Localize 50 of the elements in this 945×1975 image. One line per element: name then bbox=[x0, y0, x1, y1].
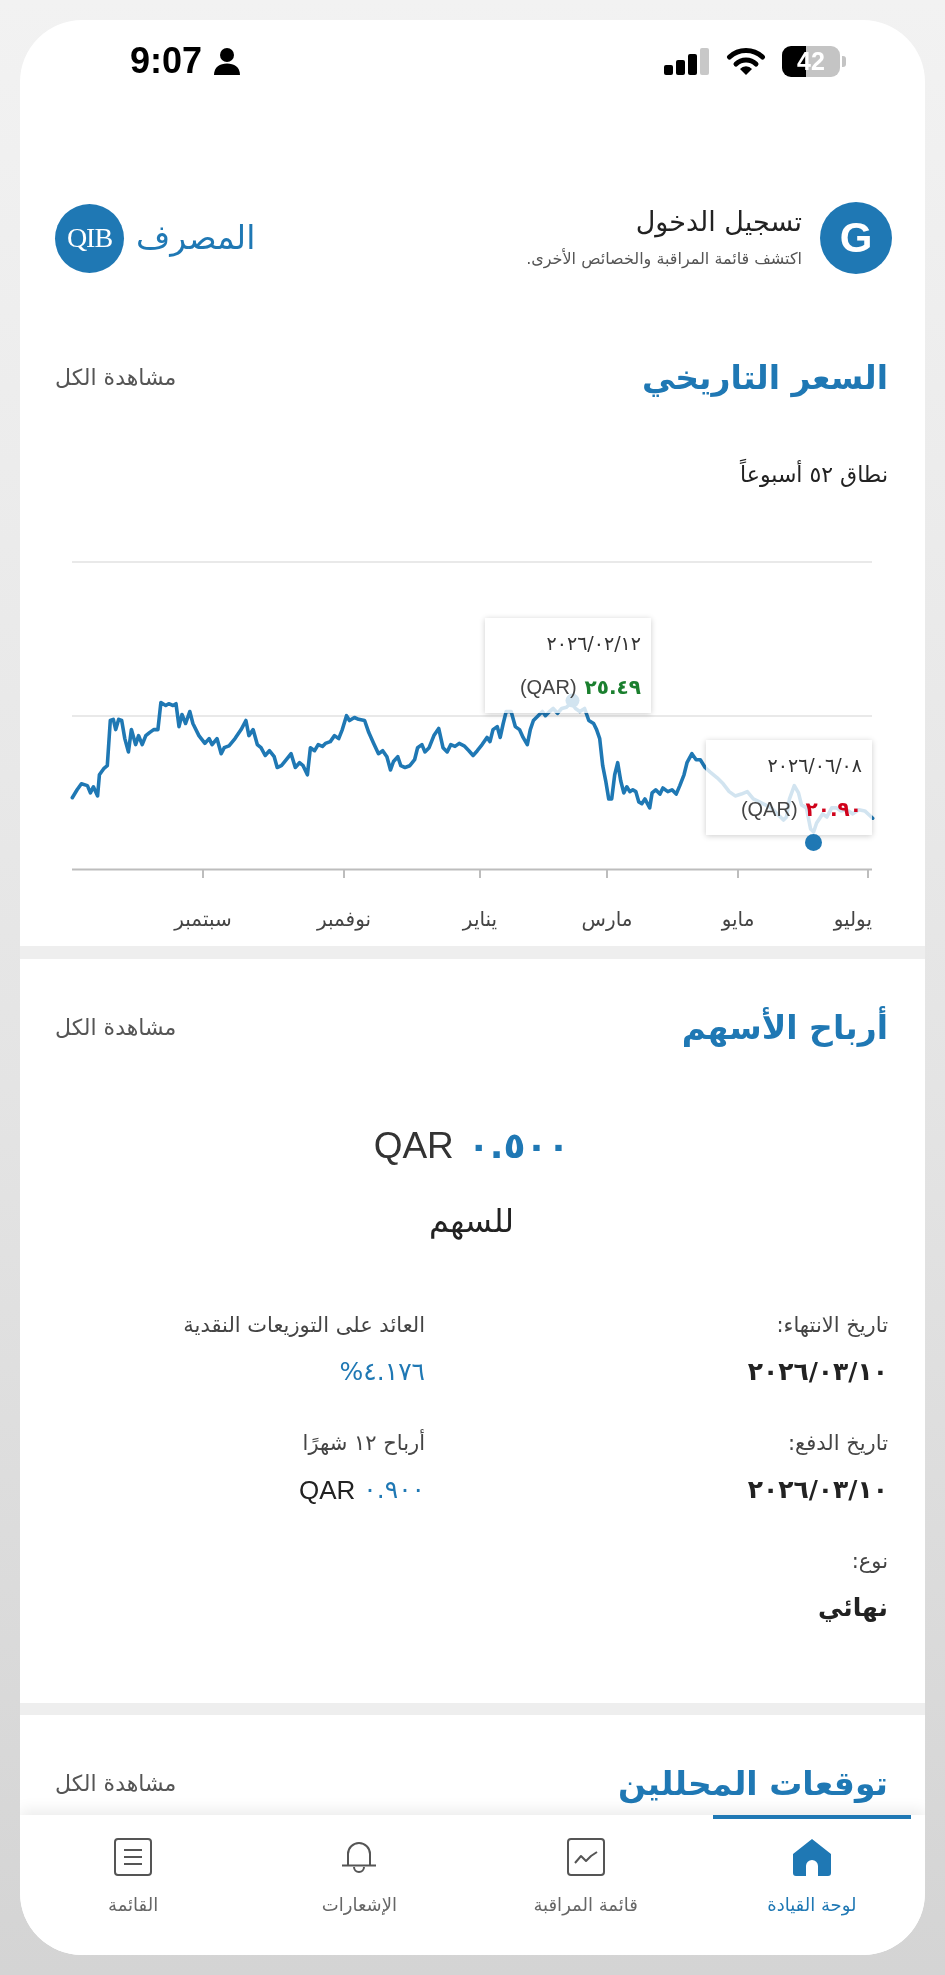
list-icon bbox=[114, 1838, 153, 1876]
line-chart-icon bbox=[566, 1838, 605, 1876]
tooltip-currency: (QAR) bbox=[740, 797, 798, 822]
detail-value: ٢٠٢٦/٠٣/١٠ bbox=[747, 1356, 888, 1388]
detail-value: ٢٠٢٦/٠٣/١٠ bbox=[747, 1474, 888, 1506]
detail-value: نهائي bbox=[818, 1592, 888, 1624]
axis-label: نوفمبر bbox=[316, 906, 372, 933]
nav-tab[interactable]: لوحة القيادة bbox=[698, 1815, 925, 1955]
detail-label: تاريخ الدفع: bbox=[788, 1430, 888, 1457]
per-share-label: للسهم bbox=[428, 1201, 515, 1242]
tooltip-date: ٢٠٢٦/٠٢/١٢ bbox=[546, 631, 641, 656]
axis-label: سبتمبر bbox=[174, 906, 232, 933]
detail-value: ٠.٩٠٠ bbox=[363, 1474, 425, 1506]
sign-in-subtitle: اكتشف قائمة المراقبة والخصائص الأخرى. bbox=[526, 247, 802, 271]
axis-label: مارس bbox=[581, 906, 633, 933]
tooltip-price: ٢٠.٩٠ bbox=[805, 796, 862, 823]
tooltip-currency: (QAR) bbox=[519, 675, 577, 700]
view-all-link[interactable]: مشاهدة الكل bbox=[55, 362, 177, 394]
marker-icon bbox=[805, 834, 822, 851]
nav-tab[interactable]: القائمة bbox=[20, 1815, 247, 1955]
logo-wordmark: المصرف bbox=[136, 218, 256, 258]
currency-label: QAR bbox=[299, 1474, 356, 1507]
sign-in-title[interactable]: تسجيل الدخول bbox=[526, 204, 802, 240]
person-icon bbox=[214, 47, 241, 75]
detail-label: العائد على التوزيعات النقدية bbox=[183, 1312, 425, 1339]
view-all-link[interactable]: مشاهدة الكل bbox=[55, 1768, 177, 1800]
wifi-icon bbox=[726, 46, 766, 76]
axis-label: مايو bbox=[721, 906, 755, 933]
range-label: نطاق ٥٢ أسبوعاً bbox=[55, 459, 888, 491]
axis-label: يوليو bbox=[833, 906, 872, 933]
nav-tab[interactable]: قائمة المراقبة bbox=[472, 1815, 699, 1955]
detail-label: نوع: bbox=[851, 1548, 888, 1575]
detail-label: أرباح ١٢ شهرًا bbox=[302, 1428, 425, 1457]
status-time: 9:07 bbox=[130, 41, 203, 81]
signal-icon bbox=[664, 47, 710, 75]
detail-value: ٤.١٧٦% bbox=[339, 1356, 425, 1388]
dividend-amount: ٠.٥٠٠ bbox=[467, 1124, 570, 1168]
home-icon bbox=[791, 1838, 832, 1876]
section-title: السعر التاريخي bbox=[641, 357, 888, 400]
currency-label: QAR bbox=[373, 1124, 454, 1168]
tooltip-price: ٢٥.٤٩ bbox=[584, 674, 641, 701]
axis-label: يناير bbox=[462, 906, 498, 933]
section-title: توقعات المحللين bbox=[617, 1763, 888, 1806]
nav-tab[interactable]: الإشعارات bbox=[246, 1815, 473, 1955]
avatar[interactable]: G bbox=[820, 202, 892, 274]
view-all-link[interactable]: مشاهدة الكل bbox=[55, 1012, 177, 1044]
detail-label: تاريخ الانتهاء: bbox=[776, 1312, 888, 1339]
section-title: أرباح الأسهم bbox=[681, 1005, 888, 1049]
logo-mark: QIB bbox=[55, 203, 124, 273]
tooltip-date: ٢٠٢٦/٠٦/٠٨ bbox=[767, 753, 862, 778]
